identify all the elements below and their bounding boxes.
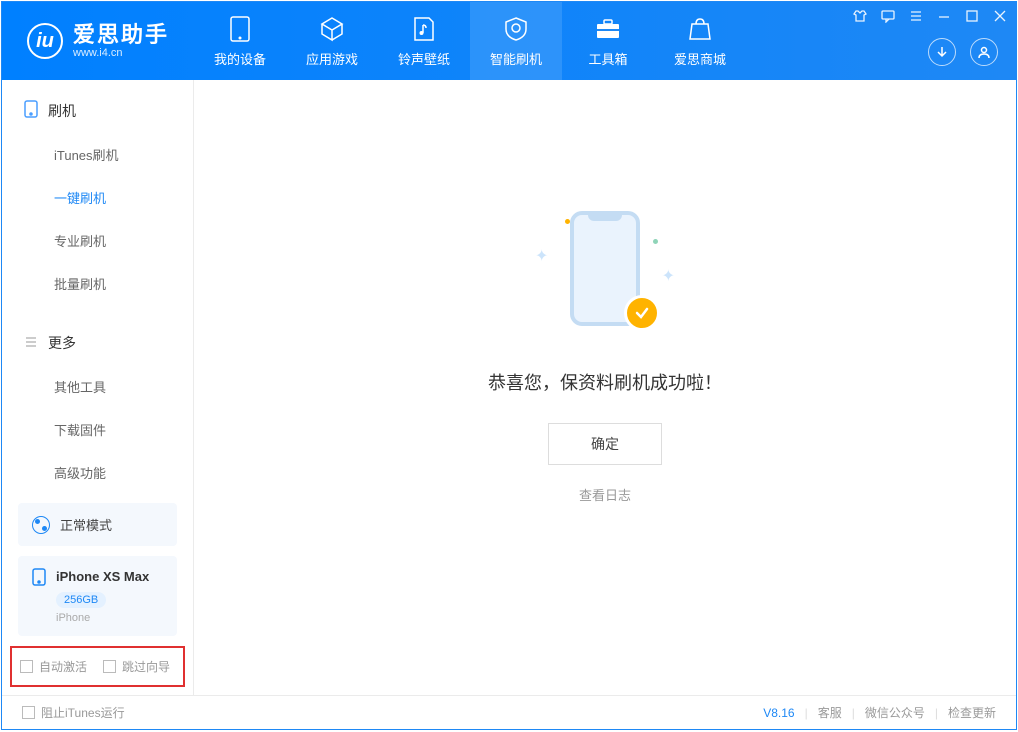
- titlebar: iu 爱思助手 www.i4.cn 我的设备 应用游戏 铃声壁纸 智能刷机: [2, 2, 1016, 80]
- view-log-link[interactable]: 查看日志: [579, 485, 631, 504]
- device-mode[interactable]: 正常模式: [18, 503, 177, 546]
- window-controls: [852, 8, 1008, 24]
- minimize-icon[interactable]: [936, 8, 952, 24]
- sidebar-item-other-tools[interactable]: 其他工具: [2, 365, 193, 408]
- mode-icon: [32, 516, 50, 534]
- sidebar-section-flash: 刷机: [2, 88, 193, 133]
- ok-button[interactable]: 确定: [548, 423, 662, 465]
- device-icon: [24, 100, 38, 121]
- sidebar-item-advanced[interactable]: 高级功能: [2, 451, 193, 494]
- success-badge-icon: [624, 295, 660, 331]
- iphone-icon: [32, 568, 48, 584]
- app-logo-icon: iu: [27, 23, 63, 59]
- skip-guide-checkbox[interactable]: 跳过向导: [103, 658, 170, 675]
- sidebar-item-download-firmware[interactable]: 下载固件: [2, 408, 193, 451]
- nav-tab-toolbox[interactable]: 工具箱: [562, 2, 654, 80]
- music-file-icon: [410, 15, 438, 43]
- maximize-icon[interactable]: [964, 8, 980, 24]
- nav-tab-store[interactable]: 爱思商城: [654, 2, 746, 80]
- update-link[interactable]: 检查更新: [948, 704, 996, 721]
- logo: iu 爱思助手 www.i4.cn: [2, 23, 194, 59]
- shield-icon: [502, 15, 530, 43]
- app-url: www.i4.cn: [73, 47, 169, 59]
- close-icon[interactable]: [992, 8, 1008, 24]
- menu-icon[interactable]: [908, 8, 924, 24]
- block-itunes-checkbox[interactable]: 阻止iTunes运行: [22, 704, 125, 721]
- toolbox-icon: [594, 15, 622, 43]
- list-icon: [24, 335, 38, 352]
- nav-tab-device[interactable]: 我的设备: [194, 2, 286, 80]
- device-capacity: 256GB: [56, 592, 106, 608]
- nav-tab-ringtone[interactable]: 铃声壁纸: [378, 2, 470, 80]
- checkbox-row: 自动激活 跳过向导: [10, 646, 185, 687]
- version-label: V8.16: [763, 706, 794, 720]
- sidebar-item-batch-flash[interactable]: 批量刷机: [2, 262, 193, 305]
- app-title: 爱思助手: [73, 23, 169, 47]
- feedback-icon[interactable]: [880, 8, 896, 24]
- success-message: 恭喜您，保资料刷机成功啦！: [488, 369, 722, 395]
- bag-icon: [686, 15, 714, 43]
- checkbox-icon: [20, 660, 33, 673]
- nav-tabs: 我的设备 应用游戏 铃声壁纸 智能刷机 工具箱 爱思商城: [194, 2, 746, 80]
- device-type: iPhone: [56, 612, 163, 624]
- sidebar-item-pro-flash[interactable]: 专业刷机: [2, 219, 193, 262]
- device-info[interactable]: iPhone XS Max 256GB iPhone: [18, 556, 177, 636]
- sidebar-item-oneclick-flash[interactable]: 一键刷机: [2, 176, 193, 219]
- sidebar-item-itunes-flash[interactable]: iTunes刷机: [2, 133, 193, 176]
- checkbox-icon: [103, 660, 116, 673]
- success-illustration: ✦ ✦: [530, 211, 680, 341]
- nav-tab-flash[interactable]: 智能刷机: [470, 2, 562, 80]
- auto-activate-checkbox[interactable]: 自动激活: [20, 658, 87, 675]
- download-button[interactable]: [928, 38, 956, 66]
- wechat-link[interactable]: 微信公众号: [865, 704, 925, 721]
- sidebar: 刷机 iTunes刷机 一键刷机 专业刷机 批量刷机 更多 其他工具 下载固件 …: [2, 80, 194, 695]
- phone-icon: [226, 15, 254, 43]
- support-link[interactable]: 客服: [818, 704, 842, 721]
- statusbar: 阻止iTunes运行 V8.16 | 客服 | 微信公众号 | 检查更新: [2, 695, 1016, 729]
- main-content: ✦ ✦ 恭喜您，保资料刷机成功啦！ 确定 查看日志: [194, 80, 1016, 695]
- cube-icon: [318, 15, 346, 43]
- checkbox-icon: [22, 706, 35, 719]
- skin-icon[interactable]: [852, 8, 868, 24]
- user-button[interactable]: [970, 38, 998, 66]
- nav-tab-apps[interactable]: 应用游戏: [286, 2, 378, 80]
- sidebar-section-more: 更多: [2, 321, 193, 365]
